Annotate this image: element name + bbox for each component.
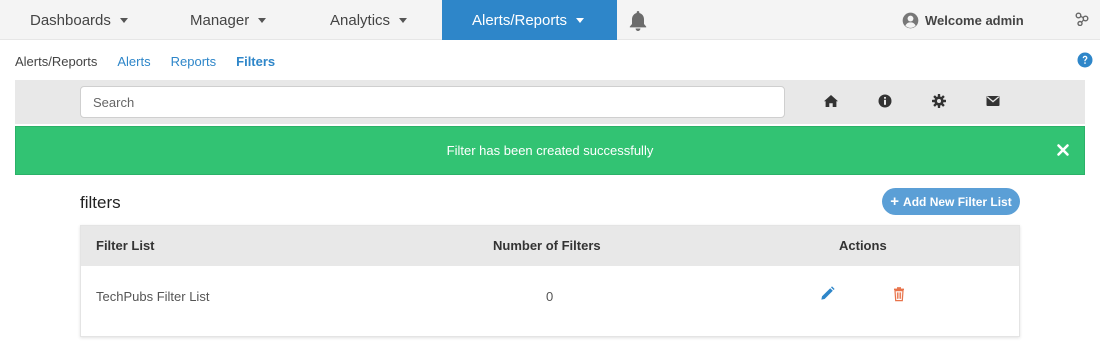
nav-alerts-reports[interactable]: Alerts/Reports	[442, 0, 617, 40]
add-filter-list-button[interactable]: + Add New Filter List	[882, 188, 1020, 215]
nav-analytics[interactable]: Analytics	[330, 0, 408, 40]
nav-manager[interactable]: Manager	[190, 0, 267, 40]
welcome-label: Welcome admin	[925, 12, 1024, 28]
plus-icon: +	[890, 193, 900, 210]
breadcrumb-alerts[interactable]: Alerts	[117, 54, 150, 69]
edit-pencil-icon[interactable]	[819, 286, 835, 302]
chevron-down-icon	[576, 17, 585, 23]
nav-manager-label: Manager	[190, 11, 250, 29]
page-title: filters	[80, 193, 121, 212]
top-navbar: Dashboards Manager Analytics Alerts/Repo…	[0, 0, 1100, 40]
filters-table: Filter List Number of Filters Actions Te…	[80, 225, 1020, 337]
share-nodes-icon[interactable]	[1075, 12, 1089, 26]
column-header-actions: Actions	[839, 238, 887, 253]
filter-list-name: TechPubs Filter List	[96, 289, 210, 304]
search-input[interactable]	[80, 86, 785, 118]
breadcrumb-reports[interactable]: Reports	[171, 54, 217, 69]
table-row: TechPubs Filter List 0	[81, 266, 1019, 326]
chevron-down-icon	[399, 17, 408, 23]
column-header-filter-list: Filter List	[96, 238, 155, 253]
help-icon[interactable]	[1077, 52, 1093, 68]
chevron-down-icon	[119, 17, 128, 23]
close-icon[interactable]	[1056, 143, 1070, 157]
filter-count: 0	[546, 289, 554, 304]
column-header-number-of-filters: Number of Filters	[493, 238, 601, 253]
envelope-icon[interactable]	[985, 93, 1001, 109]
add-filter-list-label: Add New Filter List	[903, 194, 1012, 209]
bell-icon[interactable]	[628, 10, 648, 32]
info-icon[interactable]	[877, 93, 893, 109]
chevron-down-icon	[258, 17, 267, 23]
nav-analytics-label: Analytics	[330, 11, 391, 29]
breadcrumb-alerts-reports[interactable]: Alerts/Reports	[15, 54, 97, 69]
gear-icon[interactable]	[931, 93, 947, 109]
search-toolbar	[15, 80, 1085, 124]
success-alert: Filter has been created successfully	[15, 126, 1085, 175]
home-icon[interactable]	[823, 93, 839, 109]
trash-icon[interactable]	[891, 286, 907, 302]
nav-alerts-reports-label: Alerts/Reports	[472, 11, 568, 29]
alert-message: Filter has been created successfully	[446, 143, 654, 158]
user-circle-icon	[902, 12, 919, 28]
breadcrumb: Alerts/Reports Alerts Reports Filters	[15, 52, 295, 70]
user-menu[interactable]: Welcome admin	[902, 0, 1024, 40]
table-header: Filter List Number of Filters Actions	[81, 226, 1019, 266]
nav-dashboards[interactable]: Dashboards	[30, 0, 128, 40]
nav-dashboards-label: Dashboards	[30, 11, 111, 29]
breadcrumb-filters[interactable]: Filters	[236, 54, 275, 69]
